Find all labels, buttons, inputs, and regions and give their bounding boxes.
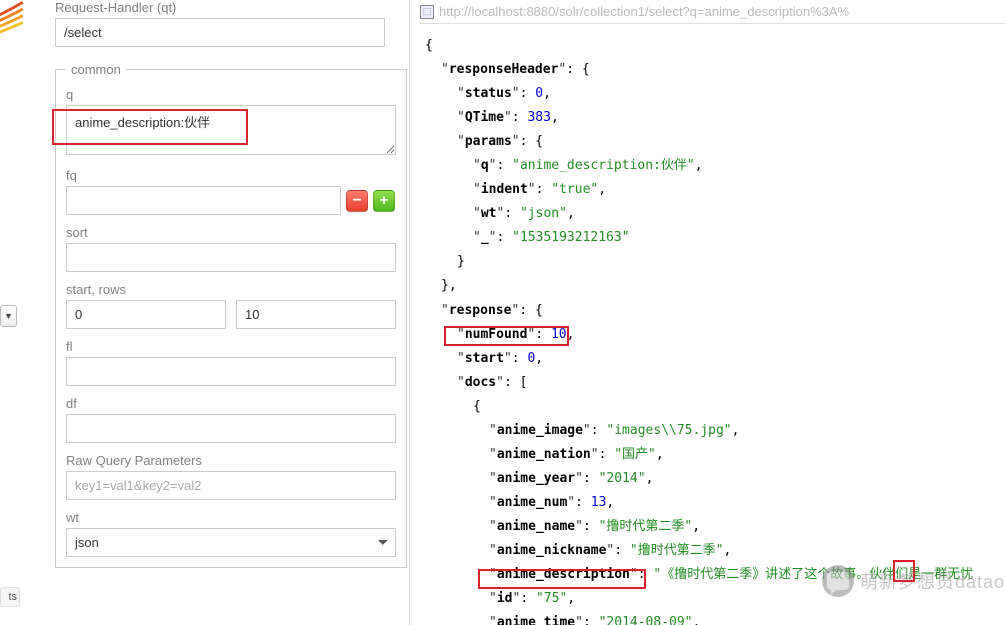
- wt-label: wt: [66, 510, 396, 525]
- watermark: 萌新梦想员datao: [822, 565, 1005, 597]
- add-fq-button[interactable]: +: [373, 190, 395, 212]
- startrows-label: start, rows: [66, 282, 396, 297]
- qt-input[interactable]: [55, 18, 385, 47]
- raw-label: Raw Query Parameters: [66, 453, 396, 468]
- sort-input[interactable]: [66, 243, 396, 272]
- common-fieldset: common q anime_description:伙伴 fq − + sor…: [55, 62, 407, 568]
- collapsed-selector[interactable]: ▼: [0, 305, 17, 327]
- raw-input[interactable]: [66, 471, 396, 500]
- fl-input[interactable]: [66, 357, 396, 386]
- query-form-panel: Request-Handler (qt) common q anime_desc…: [30, 0, 410, 625]
- fl-label: fl: [66, 339, 396, 354]
- fq-input[interactable]: [66, 186, 341, 215]
- url-text[interactable]: http://localhost:8880/solr/collection1/s…: [439, 4, 849, 19]
- df-label: df: [66, 396, 396, 411]
- wechat-icon: [822, 565, 854, 597]
- left-mini-button[interactable]: ts: [0, 587, 20, 607]
- sort-label: sort: [66, 225, 396, 240]
- q-label: q: [66, 87, 396, 102]
- url-bar: ⬚ http://localhost:8880/solr/collection1…: [420, 0, 1005, 24]
- qt-label: Request-Handler (qt): [55, 0, 399, 15]
- df-input[interactable]: [66, 414, 396, 443]
- fq-label: fq: [66, 168, 396, 183]
- solr-logo-icon: [0, 0, 25, 45]
- watermark-text: 萌新梦想员datao: [860, 568, 1005, 594]
- q-textarea[interactable]: anime_description:伙伴: [66, 105, 396, 155]
- fieldset-legend: common: [66, 62, 126, 77]
- wt-select[interactable]: json: [66, 528, 396, 557]
- rows-input[interactable]: [236, 300, 396, 329]
- link-icon: ⬚: [420, 5, 434, 19]
- remove-fq-button[interactable]: −: [346, 190, 368, 212]
- json-output: { "responseHeader": { "status": 0, "QTim…: [420, 24, 1005, 625]
- start-input[interactable]: [66, 300, 226, 329]
- result-panel: ⬚ http://localhost:8880/solr/collection1…: [410, 0, 1005, 625]
